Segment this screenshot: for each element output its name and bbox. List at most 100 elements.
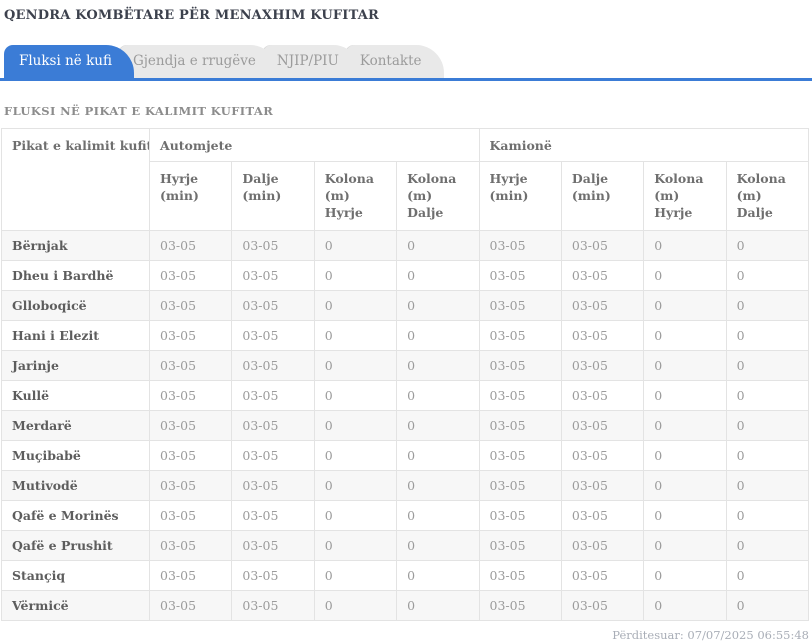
table-row: Glloboqicë 03-05 03-05 0 0 03-05 03-05 0 0 [1,289,810,321]
value-cell: 0 [643,529,727,561]
value-cell: 0 [725,229,810,261]
value-cell: 0 [313,259,398,291]
value-cell: 03-05 [148,319,233,351]
table-row: Mutivodë 03-05 03-05 0 0 03-05 03-05 0 0 [1,469,810,501]
value-cell: 0 [643,229,727,261]
value-cell: 0 [725,319,810,351]
value-cell: 0 [725,529,810,561]
row-label-cell: Qafë e Morinës [1,499,150,531]
value-cell: 03-05 [478,439,562,471]
tab-gjendja-e-rrugeve[interactable]: Gjendja e rrugëve [117,45,278,78]
value-cell: 0 [313,559,398,591]
value-cell: 03-05 [478,259,562,291]
value-cell: 0 [725,499,810,531]
value-cell: 03-05 [231,529,315,561]
row-label-cell: Qafë e Prushit [1,529,150,561]
table-caption: FLUKSI NË PIKAT E KALIMIT KUFITAR [4,104,274,118]
value-cell: 0 [396,259,480,291]
value-cell: 03-05 [478,229,562,261]
value-cell: 03-05 [560,259,645,291]
value-cell: 0 [725,379,810,411]
value-cell: 0 [396,439,480,471]
value-cell: 03-05 [478,349,562,381]
group-header-kamione: Kamionë [478,128,809,162]
row-label-cell: Dheu i Bardhë [1,259,150,291]
value-cell: 03-05 [231,409,315,441]
value-cell: 0 [725,559,810,591]
row-label-cell: Merdarë [1,409,150,441]
value-cell: 03-05 [478,289,562,321]
table-row: Bërnjak 03-05 03-05 0 0 03-05 03-05 0 0 [1,229,810,261]
last-updated: Përditesuar: 07/07/2025 06:55:48 [612,627,809,642]
value-cell: 0 [396,379,480,411]
table-row: Qafë e Prushit 03-05 03-05 0 0 03-05 03-05 0 0 [1,529,810,561]
corner-header: Pikat e kalimit kufitar [1,128,150,231]
value-cell: 0 [643,259,727,291]
group-header-automjete: Automjete [149,128,480,162]
table-row: Muçibabë 03-05 03-05 0 0 03-05 03-05 0 0 [1,439,810,471]
value-cell: 03-05 [560,439,645,471]
value-cell: 0 [396,559,480,591]
table-row: Jarinje 03-05 03-05 0 0 03-05 03-05 0 0 [1,349,810,381]
value-cell: 03-05 [148,229,233,261]
value-cell: 03-05 [560,409,645,441]
value-cell: 03-05 [148,559,233,591]
value-cell: 0 [643,289,727,321]
group-header-row: Pikat e kalimit kufitar Automjete Kamion… [1,128,809,231]
row-label-cell: Bërnjak [1,229,150,261]
value-cell: 0 [313,409,398,441]
value-cell: 03-05 [231,229,315,261]
value-cell: 0 [725,349,810,381]
value-cell: 0 [643,409,727,441]
value-cell: 03-05 [148,379,233,411]
value-cell: 03-05 [478,409,562,441]
value-cell: 0 [643,589,727,621]
value-cell: 0 [396,529,480,561]
value-cell: 0 [725,589,810,621]
page-title: QENDRA KOMBËTARE PËR MENAXHIM KUFITAR [4,8,380,23]
table-row: Stançiq 03-05 03-05 0 0 03-05 03-05 0 0 [1,559,810,591]
sub-header-1-3: Kolona (m) Dalje [725,161,810,231]
value-cell: 0 [725,469,810,501]
value-cell: 0 [396,319,480,351]
value-cell: 0 [396,409,480,441]
value-cell: 0 [396,589,480,621]
sub-header-0-2: Kolona (m) Hyrje [313,161,398,231]
table-row: Qafë e Morinës 03-05 03-05 0 0 03-05 03-05 0 0 [1,499,810,531]
value-cell: 03-05 [231,559,315,591]
value-cell: 03-05 [560,289,645,321]
border-flow-table: Pikat e kalimit kufitar Automjete Kamion… [1,128,810,621]
table-row: Kullë 03-05 03-05 0 0 03-05 03-05 0 0 [1,379,810,411]
value-cell: 0 [643,439,727,471]
row-label-cell: Glloboqicë [1,289,150,321]
value-cell: 0 [725,439,810,471]
value-cell: 0 [396,229,480,261]
value-cell: 03-05 [148,469,233,501]
value-cell: 0 [643,469,727,501]
value-cell: 03-05 [560,379,645,411]
value-cell: 0 [643,379,727,411]
value-cell: 0 [313,589,398,621]
value-cell: 03-05 [560,229,645,261]
value-cell: 0 [313,439,398,471]
value-cell: 0 [313,349,398,381]
value-cell: 03-05 [231,289,315,321]
value-cell: 0 [643,499,727,531]
value-cell: 03-05 [560,469,645,501]
sub-header-1-1: Dalje (min) [560,161,645,231]
sub-header-1-0: Hyrje (min) [478,161,562,231]
row-label-cell: Muçibabë [1,439,150,471]
value-cell: 0 [313,229,398,261]
tab-fluksi-ne-kufi[interactable]: Fluksi në kufi [4,45,134,78]
sub-header-0-1: Dalje (min) [231,161,315,231]
value-cell: 03-05 [231,499,315,531]
value-cell: 03-05 [231,469,315,501]
value-cell: 03-05 [148,589,233,621]
value-cell: 03-05 [560,589,645,621]
row-label-cell: Mutivodë [1,469,150,501]
value-cell: 0 [313,319,398,351]
value-cell: 0 [396,469,480,501]
sub-header-1-2: Kolona (m) Hyrje [643,161,727,231]
table-row: Merdarë 03-05 03-05 0 0 03-05 03-05 0 0 [1,409,810,441]
value-cell: 03-05 [148,289,233,321]
